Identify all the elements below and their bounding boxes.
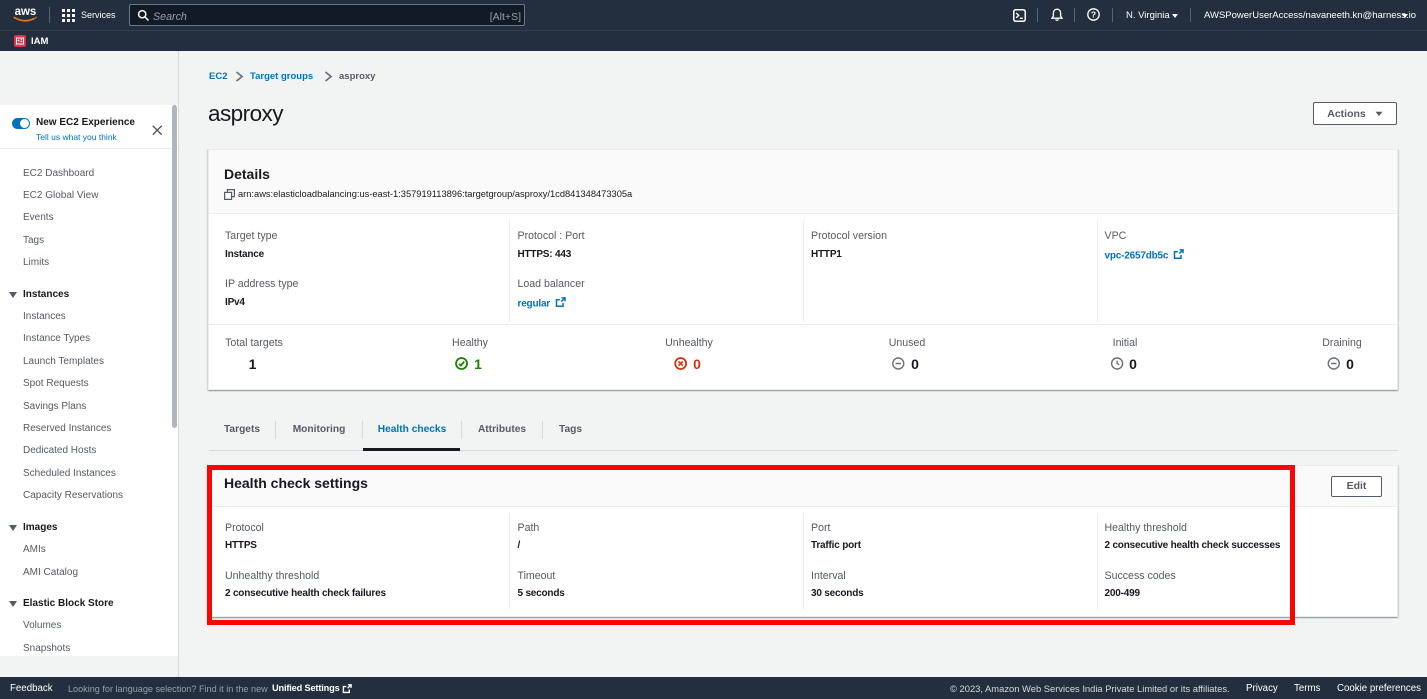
svg-text:?: ? (1091, 9, 1096, 19)
svg-text:aws: aws (15, 6, 37, 18)
